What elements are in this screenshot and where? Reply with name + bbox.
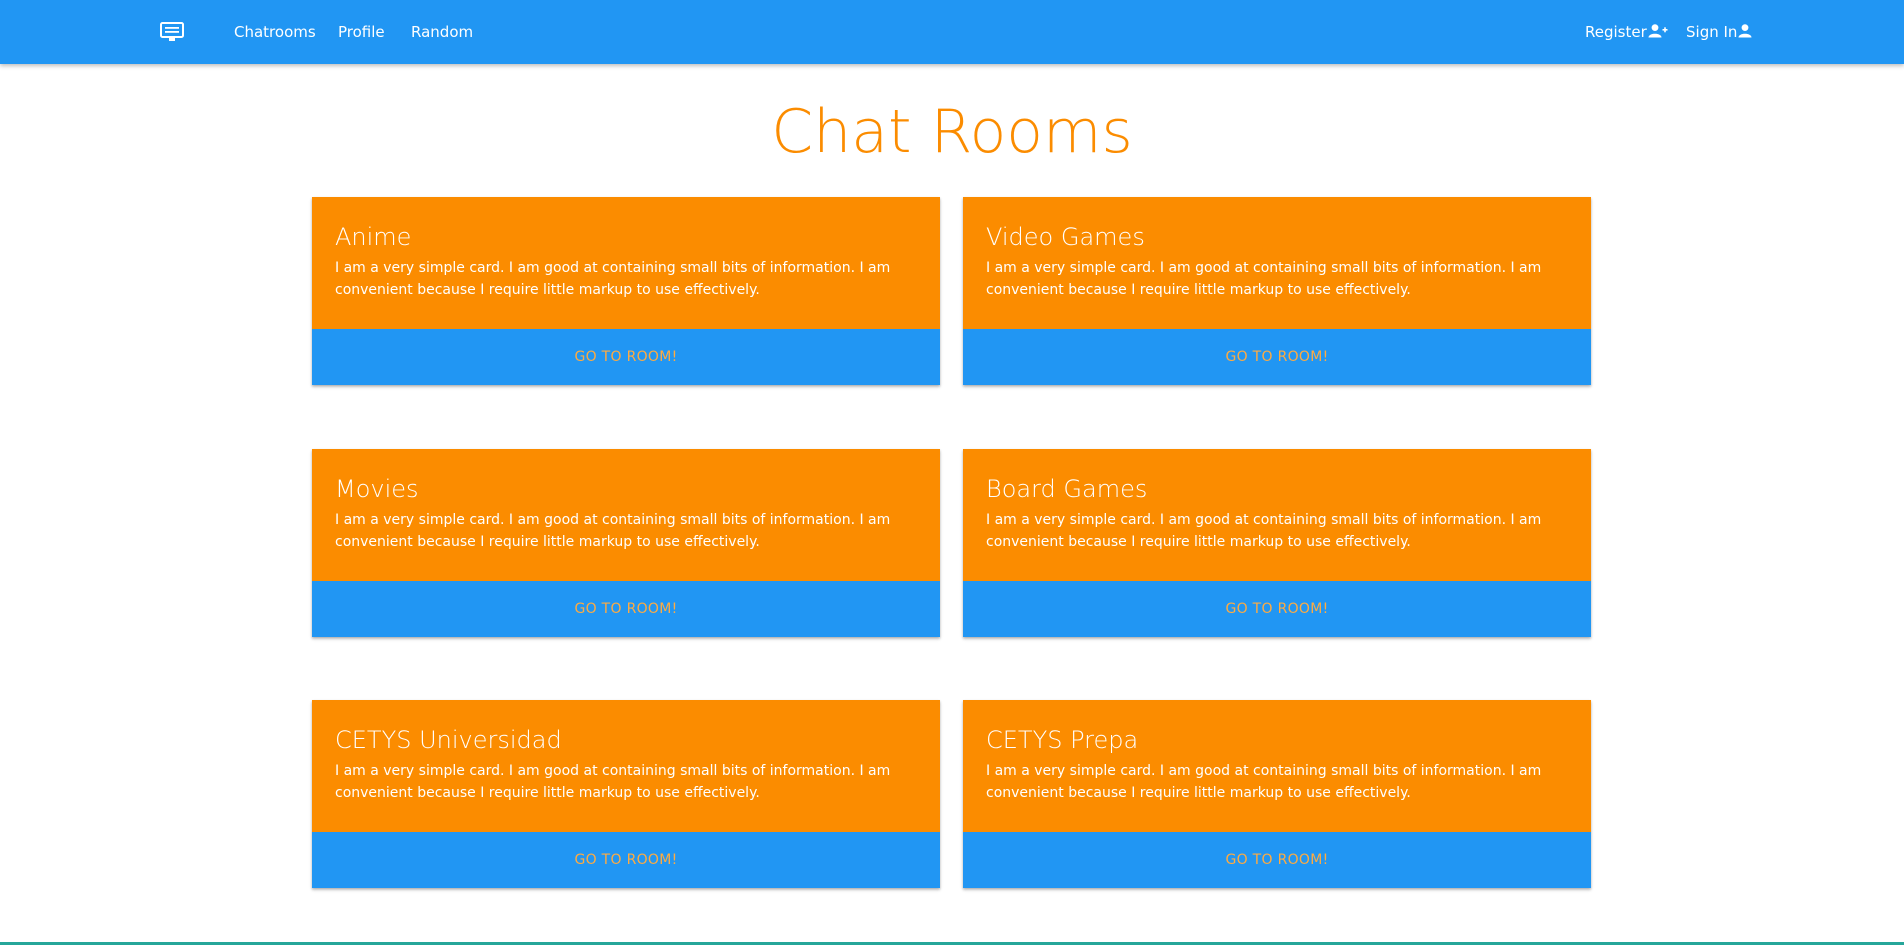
top-navbar: Chatrooms Profile Random Register Sign I…: [0, 0, 1904, 64]
card-title: Video Games: [986, 223, 1145, 251]
go-to-room-button[interactable]: GO TO ROOM!: [963, 581, 1591, 637]
card-content: Anime I am a very simple card. I am good…: [312, 197, 940, 329]
card-description: I am a very simple card. I am good at co…: [986, 260, 1542, 298]
room-card-movies: Movies I am a very simple card. I am goo…: [312, 449, 940, 637]
room-card-board-games: Board Games I am a very simple card. I a…: [963, 449, 1591, 637]
go-to-room-button[interactable]: GO TO ROOM!: [963, 832, 1591, 888]
card-description: I am a very simple card. I am good at co…: [335, 763, 891, 801]
card-title: CETYS Universidad: [335, 726, 562, 754]
card-title: Board Games: [986, 475, 1148, 503]
card-content: CETYS Prepa I am a very simple card. I a…: [963, 700, 1591, 832]
register-label: Register: [1585, 23, 1647, 41]
go-to-room-button[interactable]: GO TO ROOM!: [312, 329, 940, 385]
signin-label: Sign In: [1686, 23, 1738, 41]
card-description: I am a very simple card. I am good at co…: [335, 512, 891, 550]
card-description: I am a very simple card. I am good at co…: [986, 512, 1542, 550]
room-card-cetys-universidad: CETYS Universidad I am a very simple car…: [312, 700, 940, 888]
go-to-room-button[interactable]: GO TO ROOM!: [312, 581, 940, 637]
room-card-anime: Anime I am a very simple card. I am good…: [312, 197, 940, 385]
card-title: Anime: [335, 223, 412, 251]
person-icon: [1738, 1, 1752, 65]
card-content: CETYS Universidad I am a very simple car…: [312, 700, 940, 832]
room-card-cetys-prepa: CETYS Prepa I am a very simple card. I a…: [963, 700, 1591, 888]
person-add-icon: [1648, 1, 1668, 65]
card-content: Movies I am a very simple card. I am goo…: [312, 449, 940, 581]
card-content: Video Games I am a very simple card. I a…: [963, 197, 1591, 329]
card-title: Movies: [335, 475, 419, 503]
go-to-room-button[interactable]: GO TO ROOM!: [312, 832, 940, 888]
register-link[interactable]: Register: [1585, 0, 1668, 64]
card-title: CETYS Prepa: [986, 726, 1139, 754]
go-to-room-button[interactable]: GO TO ROOM!: [963, 329, 1591, 385]
card-description: I am a very simple card. I am good at co…: [986, 763, 1542, 801]
signin-link[interactable]: Sign In: [1686, 0, 1752, 64]
nav-link-chatrooms[interactable]: Chatrooms: [234, 0, 316, 64]
card-description: I am a very simple card. I am good at co…: [335, 260, 891, 298]
chat-bubble-icon[interactable]: [160, 22, 184, 42]
page-title: Chat Rooms: [771, 97, 1133, 167]
room-card-video-games: Video Games I am a very simple card. I a…: [963, 197, 1591, 385]
nav-link-random[interactable]: Random: [411, 0, 473, 64]
card-content: Board Games I am a very simple card. I a…: [963, 449, 1591, 581]
nav-link-profile[interactable]: Profile: [338, 0, 385, 64]
